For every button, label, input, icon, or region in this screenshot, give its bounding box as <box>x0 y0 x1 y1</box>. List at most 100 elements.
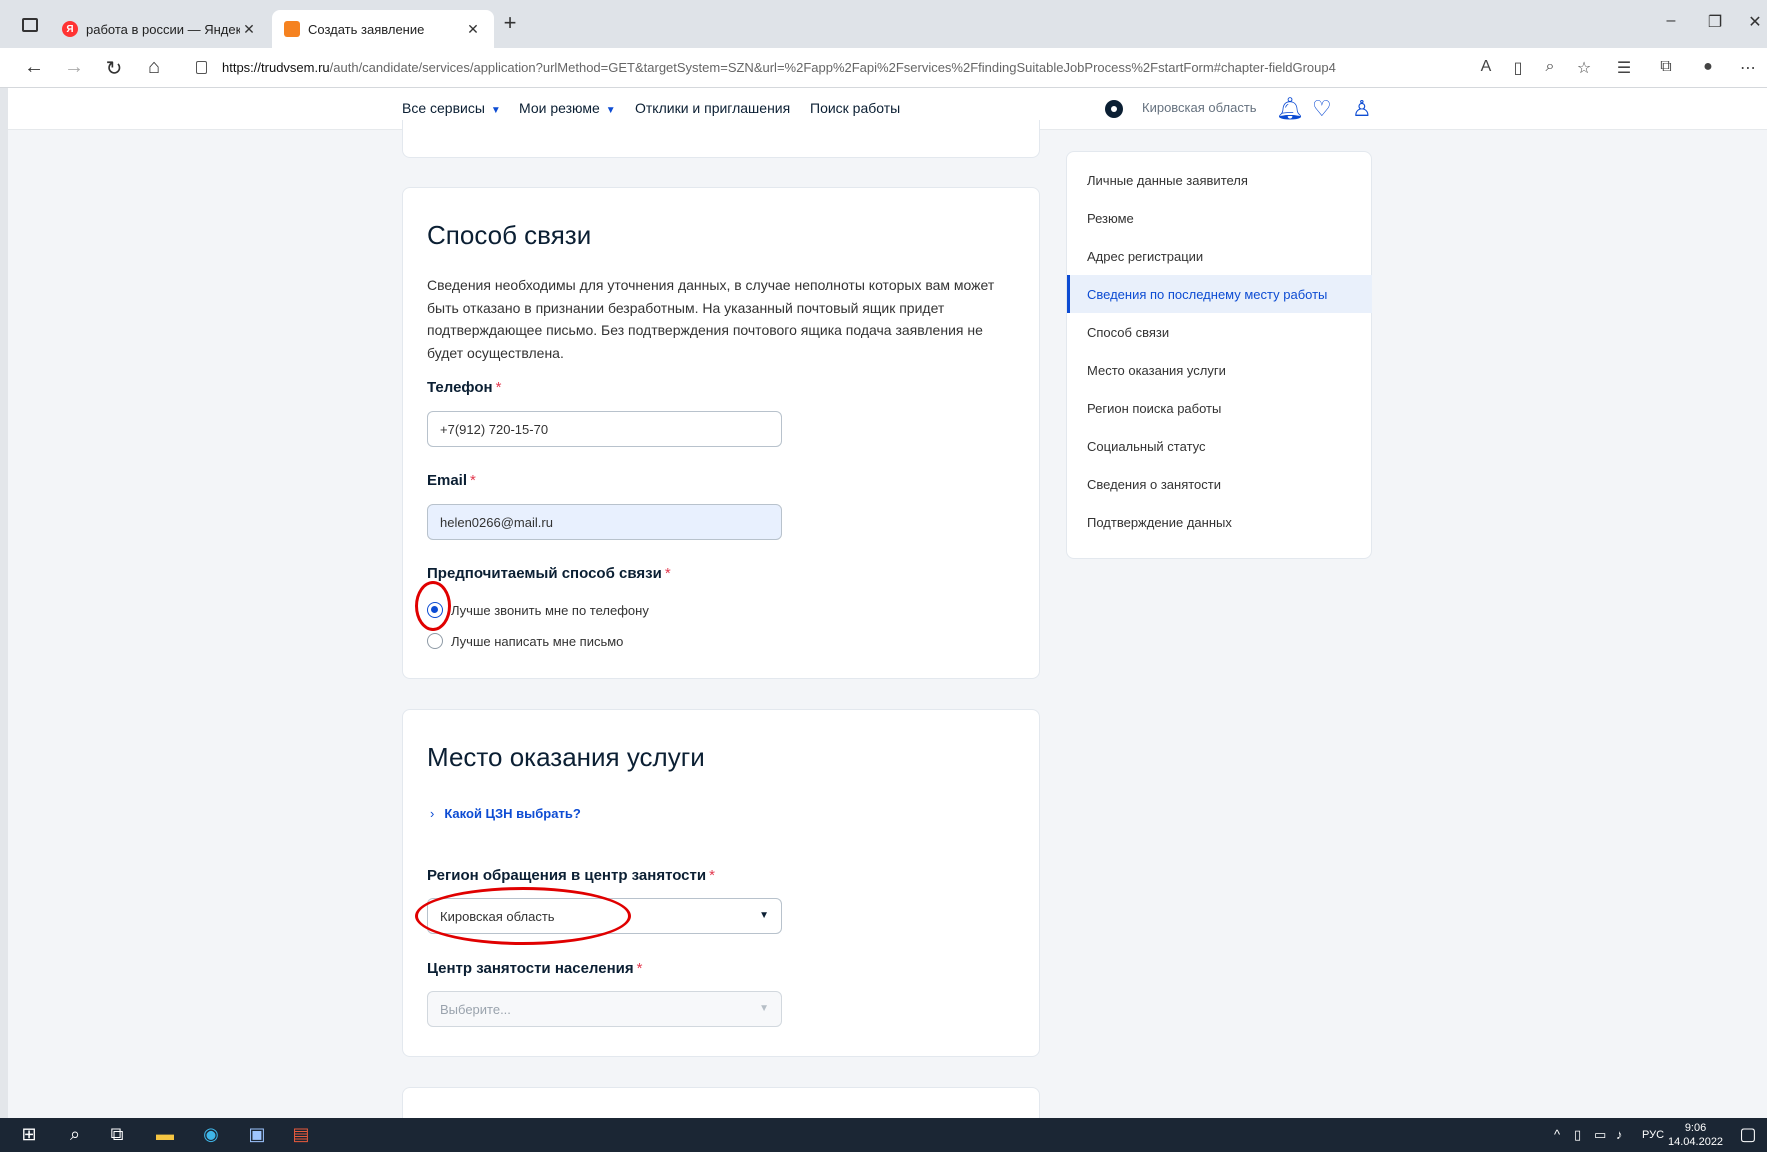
region-label: Регион обращения в центр занятости * <box>427 867 715 884</box>
browser-tab-bar: Я работа в россии — Яндекс: на ✕ Создать… <box>0 0 1767 48</box>
notifications-icon[interactable]: ▢ <box>1735 1124 1761 1145</box>
browser-tab-create-application[interactable]: Создать заявление ✕ <box>272 10 494 48</box>
nav-item-employment[interactable]: Сведения о занятости <box>1067 465 1372 503</box>
required-asterisk: * <box>495 379 502 396</box>
clock-date: 14.04.2022 <box>1668 1136 1724 1148</box>
nav-item-personal-data[interactable]: Личные данные заявителя <box>1067 161 1372 199</box>
immersive-reader-icon[interactable]: ▯ <box>1506 58 1530 78</box>
tab-actions-icon[interactable] <box>22 18 38 32</box>
nav-item-registration-address[interactable]: Адрес регистрации <box>1067 237 1372 275</box>
tab-title: Создать заявление <box>308 21 425 37</box>
center-select-placeholder: Выберите... <box>440 1001 511 1017</box>
collections-icon[interactable]: ⧉ <box>1654 58 1678 76</box>
preferred-contact-label-text: Предпочитаемый способ связи <box>427 565 662 582</box>
save-disk-icon[interactable]: ▣ <box>244 1124 270 1145</box>
bell-icon[interactable]: 🔔︎ <box>1276 96 1304 122</box>
search-icon[interactable]: ⌕ <box>62 1124 88 1145</box>
nav-item-job-search-region[interactable]: Регион поиска работы <box>1067 389 1372 427</box>
center-label: Центр занятости населения * <box>427 960 642 977</box>
file-explorer-icon[interactable]: ▬ <box>152 1124 178 1145</box>
add-favorite-icon[interactable]: ☆ <box>1572 58 1596 78</box>
required-asterisk: * <box>470 472 476 489</box>
url-path: /auth/candidate/services/application?url… <box>329 60 1336 75</box>
menu-job-search[interactable]: Поиск работы <box>810 100 900 116</box>
task-view-icon[interactable]: ⧉ <box>104 1124 130 1145</box>
favorites-icon[interactable]: ☰ <box>1612 58 1636 78</box>
email-field[interactable]: helen0266@mail.ru <box>427 504 782 540</box>
previous-section-card <box>402 120 1040 158</box>
read-aloud-icon[interactable]: A <box>1474 58 1498 76</box>
menu-label: Мои резюме <box>519 100 600 116</box>
region-label-text: Регион обращения в центр занятости <box>427 867 707 884</box>
nav-item-resume[interactable]: Резюме <box>1067 199 1372 237</box>
home-icon[interactable]: ⌂ <box>140 56 168 79</box>
radio-label: Лучше написать мне письмо <box>451 633 624 649</box>
zoom-icon[interactable]: ⌕ <box>1538 58 1562 76</box>
chevron-right-icon: › <box>430 806 435 821</box>
menu-my-resumes[interactable]: Мои резюме ▼ <box>519 100 616 116</box>
dropdown-arrow-icon: ▼ <box>759 1003 769 1014</box>
required-asterisk: * <box>664 565 671 582</box>
contact-description: Сведения необходимы для уточнения данных… <box>427 277 995 361</box>
edge-browser-icon[interactable]: ◉ <box>198 1124 224 1145</box>
nav-item-service-place[interactable]: Место оказания услуги <box>1067 351 1372 389</box>
address-bar: ← → ↻ ⌂ https://trudvsem.ru/auth/candida… <box>0 48 1767 88</box>
user-icon[interactable]: ♙ <box>1352 96 1372 122</box>
which-center-link[interactable]: › Какой ЦЗН выбрать? <box>430 806 581 821</box>
tray-chevron-icon[interactable]: ^ <box>1554 1127 1560 1142</box>
tray-network-icon[interactable]: ▭ <box>1594 1127 1606 1143</box>
accessibility-eye-icon[interactable] <box>1105 100 1123 118</box>
center-label-text: Центр занятости населения <box>427 960 634 977</box>
new-tab-plus-icon[interactable]: + <box>495 10 525 36</box>
tray-battery-icon[interactable]: ▯ <box>1574 1127 1581 1143</box>
caret-down-icon: ▼ <box>490 105 501 116</box>
close-tab-icon[interactable]: ✕ <box>240 21 258 38</box>
nav-item-confirmation[interactable]: Подтверждение данных <box>1067 503 1372 541</box>
back-arrow-icon[interactable]: ← <box>20 56 48 79</box>
reload-icon[interactable]: ↻ <box>100 56 128 81</box>
phone-label: Телефон * <box>427 379 501 396</box>
lock-icon <box>196 61 207 74</box>
nav-item-contact-method[interactable]: Способ связи <box>1067 313 1372 351</box>
close-window-icon[interactable]: ✕ <box>1740 12 1767 32</box>
radio-unchecked-icon[interactable] <box>427 633 443 649</box>
dropdown-arrow-icon: ▼ <box>759 910 769 921</box>
trudvsem-favicon-icon <box>284 21 300 37</box>
windows-start-icon[interactable]: ⊞ <box>16 1124 42 1145</box>
tray-volume-icon[interactable]: ♪ <box>1616 1127 1623 1142</box>
email-label: Email * <box>427 472 476 489</box>
restore-icon[interactable]: ❐ <box>1700 12 1730 32</box>
required-asterisk: * <box>636 960 643 977</box>
more-menu-icon[interactable]: ⋯ <box>1736 58 1760 78</box>
profile-icon[interactable]: ● <box>1696 58 1720 76</box>
caret-down-icon: ▼ <box>605 105 616 116</box>
nav-item-last-job[interactable]: Сведения по последнему месту работы <box>1067 275 1372 313</box>
forward-arrow-icon[interactable]: → <box>60 56 88 79</box>
menu-all-services[interactable]: Все сервисы ▼ <box>402 100 501 116</box>
app-icon[interactable]: ▤ <box>288 1124 314 1145</box>
yandex-favicon-icon: Я <box>62 21 78 37</box>
menu-responses[interactable]: Отклики и приглашения <box>635 100 790 116</box>
browser-tab-yandex[interactable]: Я работа в россии — Яндекс: на ✕ <box>50 10 270 48</box>
center-select[interactable]: Выберите... ▼ <box>427 991 782 1027</box>
radio-option-letter[interactable]: Лучше написать мне письмо <box>427 633 623 649</box>
contact-section-title: Способ связи <box>427 220 592 250</box>
heart-icon[interactable]: ♡ <box>1312 96 1332 122</box>
required-asterisk: * <box>709 867 715 884</box>
url-field[interactable]: https://trudvsem.ru/auth/candidate/servi… <box>222 60 1482 75</box>
phone-field[interactable]: +7(912) 720-15-70 <box>427 411 782 447</box>
header-region[interactable]: Кировская область <box>1142 100 1257 115</box>
nav-item-social-status[interactable]: Социальный статус <box>1067 427 1372 465</box>
clock[interactable]: 9:06 14.04.2022 <box>1668 1121 1723 1149</box>
minimize-icon[interactable]: – <box>1656 12 1686 30</box>
radio-label: Лучше звонить мне по телефону <box>451 602 649 618</box>
tab-title: работа в россии — Яндекс: на <box>86 21 240 37</box>
radio-option-phone[interactable]: Лучше звонить мне по телефону <box>427 602 649 618</box>
preferred-contact-label: Предпочитаемый способ связи * <box>427 565 671 582</box>
section-navigation: Личные данные заявителя Резюме Адрес рег… <box>1066 151 1372 559</box>
page-left-edge <box>0 88 8 1118</box>
menu-label: Все сервисы <box>402 100 485 116</box>
language-indicator[interactable]: РУС <box>1642 1129 1664 1141</box>
close-tab-icon[interactable]: ✕ <box>464 21 482 38</box>
windows-taskbar: ⊞ ⌕ ⧉ ▬ ◉ ▣ ▤ ^ ▯ ▭ ♪ РУС 9:06 14.04.202… <box>0 1118 1767 1152</box>
